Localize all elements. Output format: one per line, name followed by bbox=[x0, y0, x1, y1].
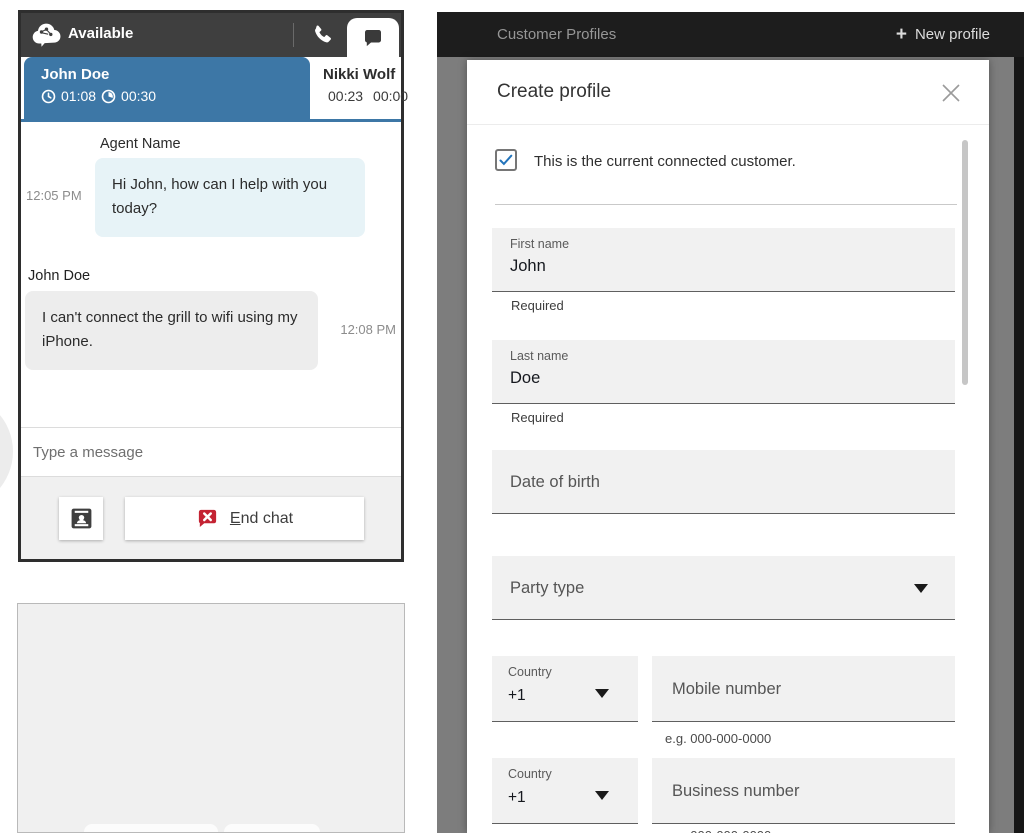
field-value: +1 bbox=[508, 789, 526, 806]
party-type-select[interactable]: Party type bbox=[492, 556, 955, 620]
message-input[interactable] bbox=[21, 443, 401, 461]
business-country-select[interactable]: Country +1 bbox=[492, 758, 638, 824]
new-profile-button[interactable]: + New profile bbox=[896, 25, 990, 44]
profiles-header: Customer Profiles + New profile bbox=[437, 12, 1024, 57]
format-helper: e.g. 000-000-0000 bbox=[665, 731, 772, 746]
field-label: Country bbox=[508, 665, 552, 679]
chevron-down-icon bbox=[914, 584, 928, 593]
hold-duration: 00:00 bbox=[373, 88, 409, 104]
chevron-down-icon bbox=[595, 791, 609, 800]
date-of-birth-field[interactable]: Date of birth bbox=[492, 450, 955, 514]
contact-tab-john-doe[interactable]: John Doe 01:08 00:30 bbox=[24, 57, 310, 119]
ccp-panel: Available John Doe 01:08 00:30 Nikki Wol… bbox=[18, 10, 408, 562]
hold-timer-icon bbox=[101, 89, 116, 103]
message-sender: Agent Name bbox=[100, 136, 181, 152]
connect-cloud-logo-icon bbox=[32, 23, 61, 47]
hold-duration: 00:30 bbox=[121, 88, 157, 104]
contact-duration: 00:23 bbox=[328, 88, 364, 104]
field-placeholder: Date of birth bbox=[510, 473, 600, 491]
close-button[interactable] bbox=[939, 81, 963, 105]
format-helper: e.g. 000-000-0000 bbox=[665, 828, 771, 833]
agent-status[interactable]: Available bbox=[68, 25, 133, 42]
field-label: First name bbox=[510, 237, 570, 251]
contact-duration: 01:08 bbox=[61, 88, 97, 104]
hidden-button-top-edge bbox=[224, 824, 320, 832]
modal-scrollbar-thumb[interactable] bbox=[962, 140, 968, 385]
field-label: Last name bbox=[510, 349, 569, 363]
field-label: Country bbox=[508, 767, 552, 781]
contact-attributes-button[interactable] bbox=[59, 497, 103, 540]
field-placeholder: Party type bbox=[510, 579, 585, 597]
ccp-footer: End chat bbox=[21, 476, 401, 559]
contact-name: John Doe bbox=[41, 66, 110, 83]
profiles-title: Customer Profiles bbox=[497, 26, 617, 43]
contact-tab-nikki-wolf[interactable]: Nikki Wolf 00:23 00:00 bbox=[323, 57, 409, 119]
end-chat-label: End chat bbox=[229, 509, 294, 527]
plus-icon: + bbox=[895, 24, 907, 45]
chevron-down-icon bbox=[595, 689, 609, 698]
required-helper: Required bbox=[511, 410, 564, 425]
close-icon bbox=[942, 84, 960, 102]
modal-divider bbox=[467, 124, 989, 125]
business-number-field[interactable]: Business number bbox=[652, 758, 955, 824]
field-value: Doe bbox=[510, 369, 541, 387]
mobile-country-select[interactable]: Country +1 bbox=[492, 656, 638, 722]
ccp-header: Available bbox=[21, 13, 401, 57]
message-input-row bbox=[21, 427, 401, 476]
field-value: +1 bbox=[508, 687, 526, 704]
message-sender: John Doe bbox=[28, 268, 91, 284]
field-value: John bbox=[510, 257, 546, 275]
screen: Available John Doe 01:08 00:30 Nikki Wol… bbox=[0, 0, 1024, 833]
chat-channel-tab[interactable] bbox=[347, 18, 399, 57]
message-timestamp: 12:05 PM bbox=[26, 188, 82, 203]
customer-message-bubble: I can't connect the grill to wifi using … bbox=[25, 291, 318, 370]
required-helper: Required bbox=[511, 298, 564, 313]
clock-icon bbox=[41, 89, 56, 103]
agent-message-bubble: Hi John, how can I help with you today? bbox=[95, 158, 365, 237]
check-icon bbox=[499, 154, 513, 166]
message-timestamp: 12:08 PM bbox=[340, 322, 396, 337]
end-chat-button[interactable]: End chat bbox=[125, 497, 364, 540]
contact-card-icon bbox=[71, 508, 91, 529]
last-name-field[interactable]: Last name Doe bbox=[492, 340, 955, 404]
section-divider bbox=[495, 204, 957, 205]
chat-transcript: Agent Name Hi John, how can I help with … bbox=[21, 122, 401, 427]
first-name-field[interactable]: First name John bbox=[492, 228, 955, 292]
create-profile-modal: Create profile This is the current conne… bbox=[467, 60, 989, 833]
secondary-panel bbox=[17, 603, 405, 833]
connected-customer-checkbox[interactable] bbox=[495, 149, 517, 171]
end-chat-x-icon bbox=[198, 509, 217, 528]
hidden-button-top-edge bbox=[84, 824, 218, 832]
collapsed-widget-circle[interactable] bbox=[0, 394, 13, 509]
new-profile-label: New profile bbox=[914, 26, 990, 43]
checkbox-label: This is the current connected customer. bbox=[534, 153, 796, 170]
modal-title: Create profile bbox=[497, 81, 612, 102]
contact-name: Nikki Wolf bbox=[323, 66, 396, 83]
field-placeholder: Mobile number bbox=[672, 680, 782, 698]
mobile-number-field[interactable]: Mobile number bbox=[652, 656, 955, 722]
header-divider bbox=[293, 23, 294, 47]
phone-channel-icon[interactable] bbox=[309, 22, 335, 48]
chat-bubble-icon bbox=[365, 29, 381, 46]
field-placeholder: Business number bbox=[672, 782, 800, 800]
contact-tab-bar: John Doe 01:08 00:30 Nikki Wolf 00:23 00… bbox=[21, 57, 408, 122]
right-edge-strip bbox=[1014, 12, 1024, 833]
